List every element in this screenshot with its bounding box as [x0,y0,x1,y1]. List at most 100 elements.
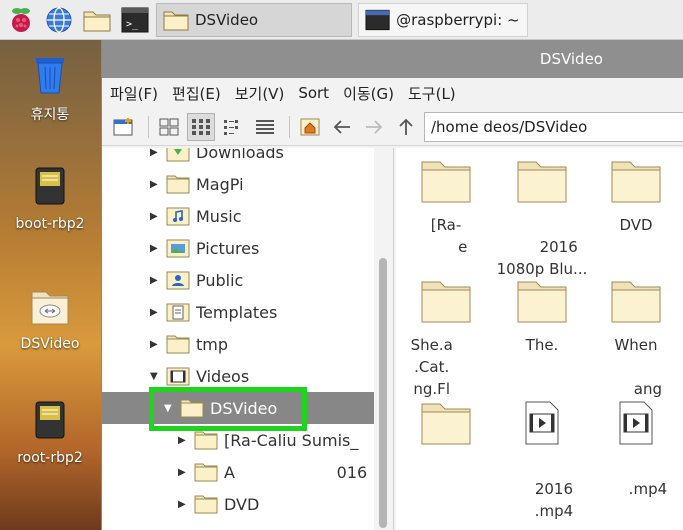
icon-view-button[interactable] [155,113,183,141]
file-name-line [590,356,682,378]
music-folder-icon [166,207,190,226]
tree-scrollbar[interactable] [374,148,393,530]
collapse-arrow-icon[interactable]: ▼ [150,371,162,382]
home-button[interactable] [296,113,324,141]
desktop-icon-label: DSVideo [20,336,80,352]
expand-arrow-icon[interactable]: ▶ [150,339,162,350]
file-name-line [400,456,492,478]
scrollbar-thumb[interactable] [379,258,387,528]
window-titlebar[interactable]: DSVideo [102,40,683,78]
thumbnail-view-button[interactable] [187,112,215,141]
up-arrow-icon [399,118,413,135]
taskbar: >_ DSVideo @raspberrypi: ~] [0,0,683,40]
file-item-folder[interactable]: 2016 1080p Blu... [496,158,588,280]
tree-item-label: DVD [224,494,260,514]
videos-folder-icon [166,367,190,386]
expand-arrow-icon[interactable]: ▶ [178,499,190,510]
expand-arrow-icon[interactable]: ▶ [150,307,162,318]
tree-item-downloads[interactable]: ▶ Downloads [102,148,374,168]
public-folder-icon [166,271,190,290]
taskbar-task-terminal[interactable]: @raspberrypi: ~] [358,2,528,37]
file-manager-icon[interactable] [80,3,114,37]
web-browser-icon[interactable] [42,3,76,37]
file-manager-window: DSVideo 파일(F) 편집(E) 보기(V) Sort 이동(G) 도구(… [101,40,683,530]
tree-item-public[interactable]: ▶ Public [102,264,374,296]
file-item-folder[interactable]: [Ra- e [400,158,492,280]
sd-card-icon [35,167,65,205]
window-title: DSVideo [539,50,603,68]
menu-view[interactable]: 보기(V) [235,83,285,104]
raspberry-menu-icon[interactable] [4,3,38,37]
file-pane: [Ra- e 2016 1080p Blu... DVD She.a .Cat.… [396,148,683,530]
desktop-drive-root[interactable]: root-rbp2 [14,398,86,466]
expand-arrow-icon[interactable]: ▶ [178,467,190,478]
folder-icon [517,281,567,323]
menu-go[interactable]: 이동(G) [343,83,394,104]
expand-arrow-icon[interactable]: ▶ [150,243,162,254]
tree-item-label: Videos [196,366,250,386]
file-item-folder[interactable]: She.a .Cat. ng.Fl [400,278,492,400]
tree-item-label: Pictures [196,238,260,258]
file-name-line: .mp4 [604,480,668,498]
trash-icon [36,58,64,94]
menu-sort[interactable]: Sort [298,84,329,102]
desktop-folder-dsvideo[interactable]: DSVideo [14,284,86,352]
tree-item-templates[interactable]: ▶ Templates [102,296,374,328]
folder-icon [166,175,190,194]
svg-text:>_: >_ [126,19,139,30]
tree-item-label: Music [196,206,242,226]
menu-tools[interactable]: 도구(L) [408,83,456,104]
file-item-video[interactable]: .mp4 [590,400,682,500]
menu-edit[interactable]: 편집(E) [172,83,221,104]
tree-item-subfolder-2[interactable]: ▶ A 016 [102,456,374,488]
compact-view-button[interactable] [219,113,247,141]
folder-tree: ▶ Downloads ▶ MagPi ▶ Music ▶ Pictures ▶ [102,148,394,530]
expand-arrow-icon[interactable]: ▶ [150,148,162,158]
back-button[interactable] [328,113,356,141]
forward-button[interactable] [360,113,388,141]
tree-item-label: MagPi [196,174,244,194]
file-name-line: She.a [410,336,482,354]
sd-card-icon [35,401,65,439]
tree-item-label: [Ra-Caliu Sumis_ [224,430,359,450]
detailed-list-view-button[interactable] [251,113,279,141]
tree-item-pictures[interactable]: ▶ Pictures [102,232,374,264]
tree-item-tmp[interactable]: ▶ tmp [102,328,374,360]
tree-item-music[interactable]: ▶ Music [102,200,374,232]
folder-icon [421,161,471,203]
terminal-icon [365,9,390,30]
folder-icon [611,161,661,203]
desktop-trash[interactable]: 휴지통 [14,52,86,124]
new-tab-button[interactable] [110,113,138,141]
folder-icon [194,431,218,450]
file-name-line [496,214,588,236]
expand-arrow-icon[interactable]: ▶ [150,211,162,222]
expand-arrow-icon[interactable]: ▶ [150,179,162,190]
tree-item-magpi[interactable]: ▶ MagPi [102,168,374,200]
video-file-icon [619,401,653,445]
file-name-line [496,456,588,478]
expand-arrow-icon[interactable]: ▶ [178,435,190,446]
taskbar-task-label: @raspberrypi: ~] [396,10,521,29]
desktop-drive-boot[interactable]: boot-rbp2 [14,164,86,232]
file-name-line: The. [525,336,559,354]
file-item-folder[interactable] [400,400,492,500]
menu-file[interactable]: 파일(F) [110,83,158,104]
expand-arrow-icon[interactable]: ▶ [150,275,162,286]
compact-view-icon [224,119,238,135]
path-input[interactable]: /home deos/DSVideo [424,111,683,142]
file-name-line: When [614,336,658,354]
file-item-folder[interactable]: The. [496,278,588,400]
file-item-video[interactable]: 2016 .mp4 [496,400,588,522]
terminal-icon[interactable]: >_ [118,3,152,37]
tree-item-dvd[interactable]: ▶ DVD [102,488,374,520]
folder-icon [194,463,218,482]
taskbar-task-dsvideo[interactable]: DSVideo [156,2,352,37]
file-name-line [400,478,492,500]
file-item-folder[interactable]: When ang [590,278,682,400]
file-name-line: ang [609,380,663,398]
file-item-folder-dvd[interactable]: DVD [590,158,682,236]
folder-icon [421,403,471,445]
up-button[interactable] [392,113,420,141]
icon-view-icon [159,118,179,135]
